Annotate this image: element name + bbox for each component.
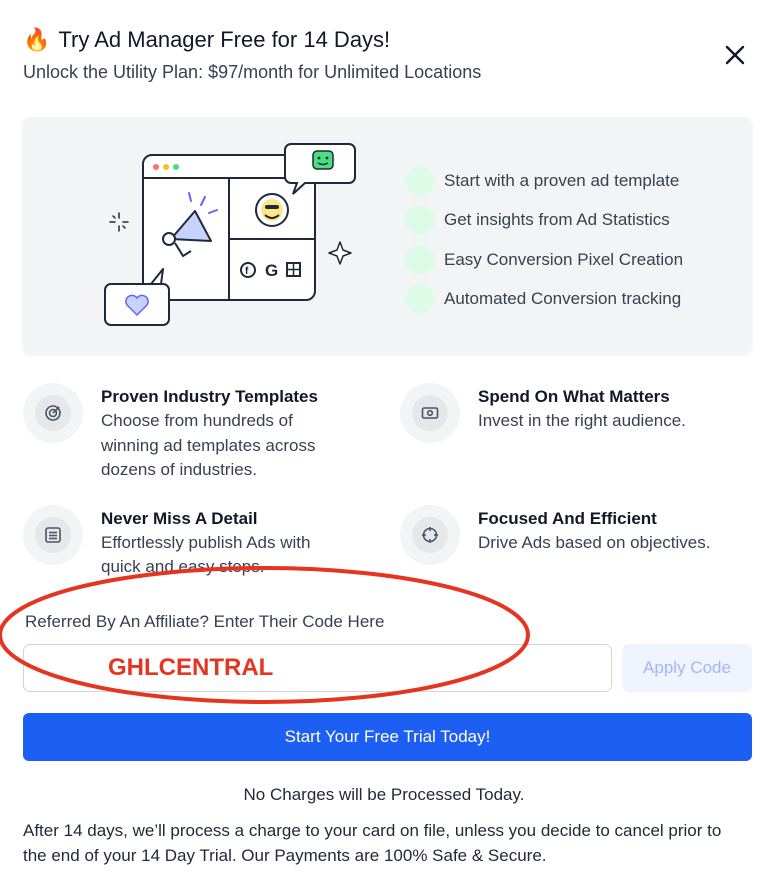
check-dot-icon — [405, 165, 435, 196]
crosshair-icon — [422, 526, 438, 543]
feature-title: Proven Industry Templates — [101, 387, 318, 406]
start-free-trial-button[interactable]: Start Your Free Trial Today! — [23, 713, 752, 761]
feature-grid: Proven Industry Templates Choose from hu… — [23, 383, 752, 580]
target-icon — [45, 405, 61, 421]
check-dot-icon — [405, 284, 435, 315]
modal-subtitle: Unlock the Utility Plan: $97/month for U… — [23, 62, 482, 82]
feature-icon-inner — [412, 516, 448, 553]
benefit-list: Start with a proven ad template Get insi… — [405, 161, 683, 319]
feature-item: Focused And Efficient Drive Ads based on… — [400, 504, 752, 580]
feature-icon-inner — [35, 516, 71, 553]
fire-icon: 🔥 — [23, 27, 51, 52]
trial-terms-text: After 14 days, we’ll process a charge to… — [23, 821, 722, 865]
modal-title-text: Try Ad Manager Free for 14 Days! — [58, 27, 391, 52]
check-dot-icon — [405, 244, 435, 275]
feature-icon-inner — [35, 395, 71, 431]
apply-code-button[interactable]: Apply Code — [622, 644, 752, 692]
feature-text: Spend On What Matters Invest in the righ… — [478, 383, 686, 434]
feature-title: Spend On What Matters — [478, 387, 670, 406]
benefit-label: Easy Conversion Pixel Creation — [444, 249, 684, 269]
affiliate-code-label: Referred By An Affiliate? Enter Their Co… — [25, 612, 385, 631]
benefit-label: Start with a proven ad template — [444, 170, 680, 190]
feature-title: Never Miss A Detail — [101, 508, 258, 528]
close-icon[interactable] — [720, 40, 750, 70]
feature-icon-wrap — [400, 504, 460, 565]
feature-icon-wrap — [23, 504, 83, 565]
feature-description: Invest in the right audience. — [478, 411, 686, 430]
ad-manager-illustration: f G — [104, 143, 356, 326]
feature-item: Spend On What Matters Invest in the righ… — [400, 383, 752, 483]
hero-panel: f G Start with a proven ad template Get … — [23, 117, 752, 354]
benefit-item: Start with a proven ad template — [405, 161, 683, 201]
benefit-item: Easy Conversion Pixel Creation — [405, 240, 683, 280]
feature-text: Proven Industry Templates Choose from hu… — [101, 383, 346, 483]
benefit-item: Get insights from Ad Statistics — [405, 201, 683, 241]
feature-item: Proven Industry Templates Choose from hu… — [23, 383, 400, 483]
feature-icon-wrap — [400, 383, 460, 443]
check-dot-icon — [405, 205, 435, 236]
affiliate-code-input[interactable] — [23, 644, 612, 692]
no-charges-notice: No Charges will be Processed Today. — [243, 785, 525, 804]
feature-icon-inner — [412, 395, 448, 431]
feature-item: Never Miss A Detail Effortlessly publish… — [23, 504, 400, 580]
feature-description: Choose from hundreds of winning ad templ… — [101, 411, 316, 479]
list-icon — [45, 526, 61, 543]
benefit-label: Automated Conversion tracking — [444, 289, 682, 309]
svg-text:G: G — [265, 261, 278, 280]
modal-title: 🔥 Try Ad Manager Free for 14 Days! — [23, 26, 713, 54]
modal-header: 🔥 Try Ad Manager Free for 14 Days! Unloc… — [23, 26, 713, 84]
feature-text: Focused And Efficient Drive Ads based on… — [478, 505, 710, 556]
money-icon — [421, 407, 439, 419]
feature-description: Drive Ads based on objectives. — [478, 532, 711, 552]
feature-title: Focused And Efficient — [478, 508, 657, 528]
feature-icon-wrap — [23, 383, 83, 443]
feature-text: Never Miss A Detail Effortlessly publish… — [101, 505, 346, 580]
benefit-label: Get insights from Ad Statistics — [444, 210, 670, 230]
benefit-item: Automated Conversion tracking — [405, 280, 683, 320]
feature-description: Effortlessly publish Ads with quick and … — [101, 532, 311, 577]
